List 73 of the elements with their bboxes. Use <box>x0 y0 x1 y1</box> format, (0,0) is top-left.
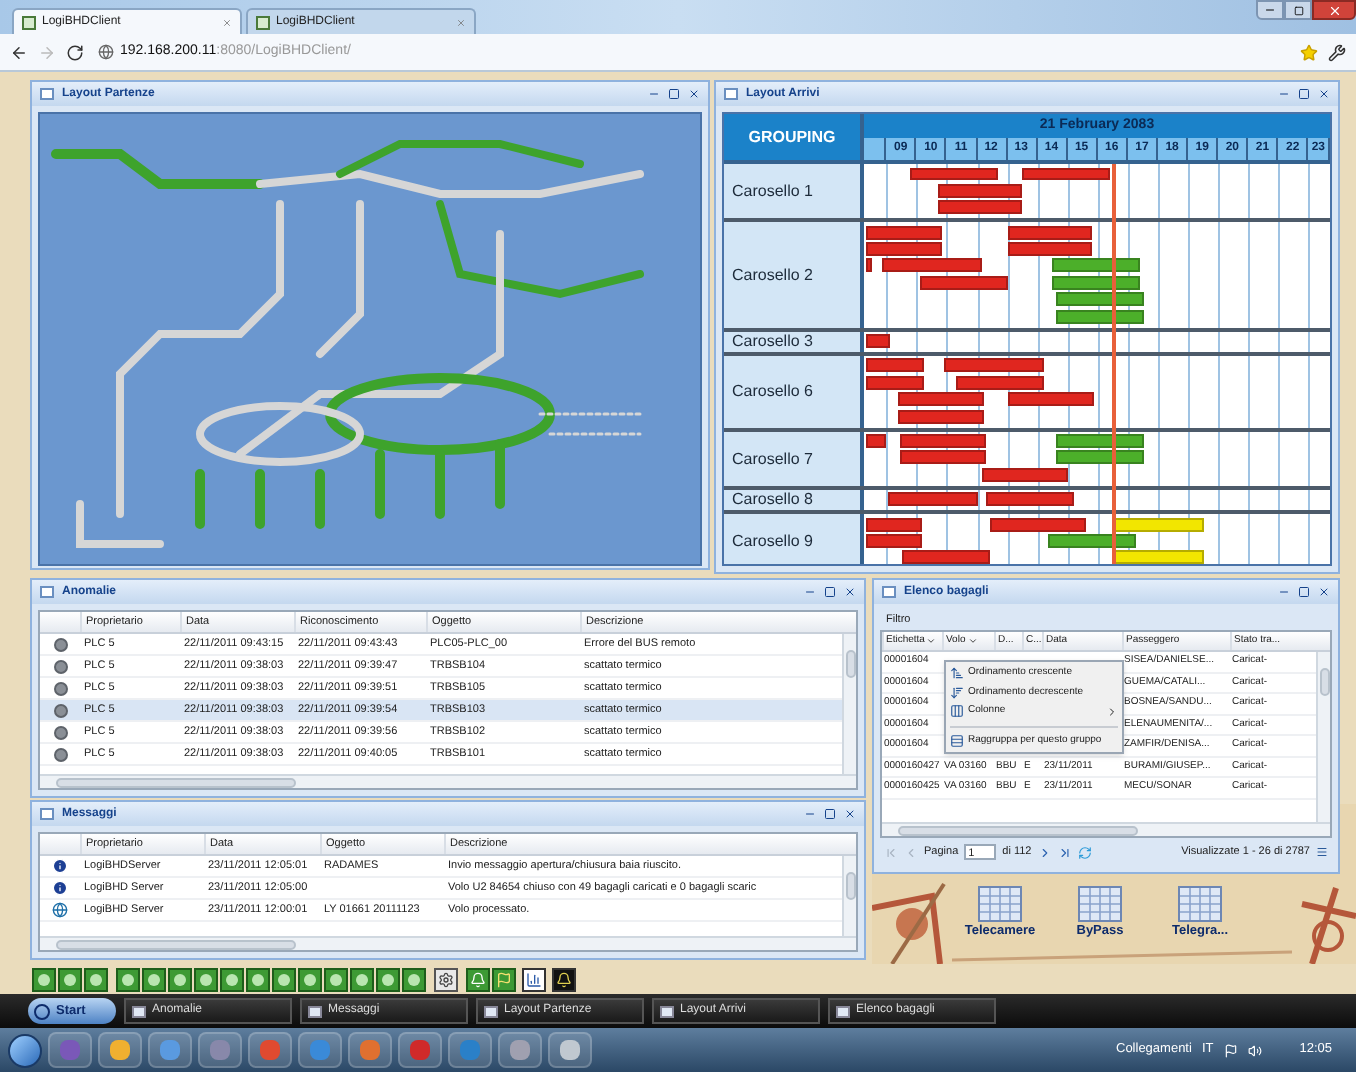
close-icon <box>1327 3 1341 17</box>
minimize-icon[interactable] <box>1278 88 1290 100</box>
back-icon[interactable] <box>10 43 28 61</box>
window-icon <box>40 586 54 598</box>
settings-icon[interactable] <box>1328 43 1346 61</box>
close-icon[interactable] <box>844 808 856 820</box>
group-label: Carosello 8 <box>732 490 813 509</box>
globe-icon <box>52 902 68 918</box>
sort-ascending-icon <box>950 666 964 681</box>
maximize-icon[interactable] <box>1298 586 1310 598</box>
maximize-icon <box>1293 5 1303 15</box>
info-icon <box>52 858 68 874</box>
grid-tile-icon[interactable] <box>1078 886 1122 922</box>
window-icon <box>724 88 738 100</box>
toolbar-button[interactable] <box>466 967 490 991</box>
group-label: Carosello 1 <box>732 182 813 201</box>
bookmark-star-icon[interactable] <box>1300 43 1318 61</box>
info-icon <box>52 880 68 896</box>
sort-descending-icon <box>950 685 964 700</box>
scrollbar[interactable] <box>842 856 856 936</box>
maximize-icon[interactable] <box>1298 88 1310 100</box>
columns-icon <box>950 704 964 719</box>
group-label: Carosello 2 <box>732 265 813 284</box>
scrollbar[interactable] <box>40 936 856 950</box>
menu-icon[interactable] <box>1316 846 1328 858</box>
scrollbar[interactable] <box>40 774 856 788</box>
windows-start-orb[interactable] <box>8 1033 42 1067</box>
power-icon <box>34 1003 50 1019</box>
caret-icon <box>926 636 937 646</box>
minimize-icon[interactable] <box>804 586 816 598</box>
minimize-icon[interactable] <box>804 808 816 820</box>
taskbar-app-icon[interactable] <box>548 1032 592 1068</box>
group-label: Carosello 7 <box>732 449 813 468</box>
scrollbar[interactable] <box>1316 652 1330 822</box>
next-page-icon[interactable] <box>1037 845 1052 859</box>
group-label: Carosello 9 <box>732 532 813 551</box>
toolbar-button[interactable] <box>434 967 458 991</box>
flag-icon[interactable] <box>1223 1043 1238 1057</box>
toolbar-button[interactable] <box>552 967 576 991</box>
page-icon <box>22 15 36 29</box>
maximize-window-button[interactable] <box>1284 0 1312 20</box>
grid-tile-icon[interactable] <box>978 886 1022 922</box>
scrollbar[interactable] <box>842 634 856 774</box>
grouping-header: GROUPING <box>724 114 864 160</box>
window-icon <box>40 88 54 100</box>
group-icon <box>950 733 964 748</box>
close-icon[interactable] <box>1318 586 1330 598</box>
toolbar-button[interactable] <box>522 967 546 991</box>
toolbar-button[interactable] <box>492 967 516 991</box>
caret-icon <box>967 636 978 646</box>
minimize-window-button[interactable] <box>1256 0 1284 20</box>
minimize-icon[interactable] <box>648 88 660 100</box>
reload-icon[interactable] <box>66 43 84 61</box>
maximize-icon[interactable] <box>824 808 836 820</box>
last-page-icon[interactable] <box>1057 845 1072 859</box>
window-icon <box>882 586 896 598</box>
window-icon <box>40 808 54 820</box>
volume-icon[interactable] <box>1247 1043 1262 1057</box>
globe-icon <box>98 44 114 60</box>
grid-tile-icon[interactable] <box>1178 886 1222 922</box>
page-icon <box>256 15 270 29</box>
group-label: Carosello 6 <box>732 382 813 401</box>
minimize-icon[interactable] <box>1278 586 1290 598</box>
close-window-button[interactable] <box>1312 0 1356 20</box>
maximize-icon[interactable] <box>668 88 680 100</box>
maximize-icon[interactable] <box>824 586 836 598</box>
close-icon[interactable] <box>1318 88 1330 100</box>
close-icon[interactable] <box>688 88 700 100</box>
minimize-icon <box>1264 4 1276 16</box>
close-icon[interactable] <box>844 586 856 598</box>
taskbar-app-icon[interactable] <box>98 1032 142 1068</box>
scrollbar[interactable] <box>882 822 1330 836</box>
group-label: Carosello 3 <box>732 332 813 351</box>
